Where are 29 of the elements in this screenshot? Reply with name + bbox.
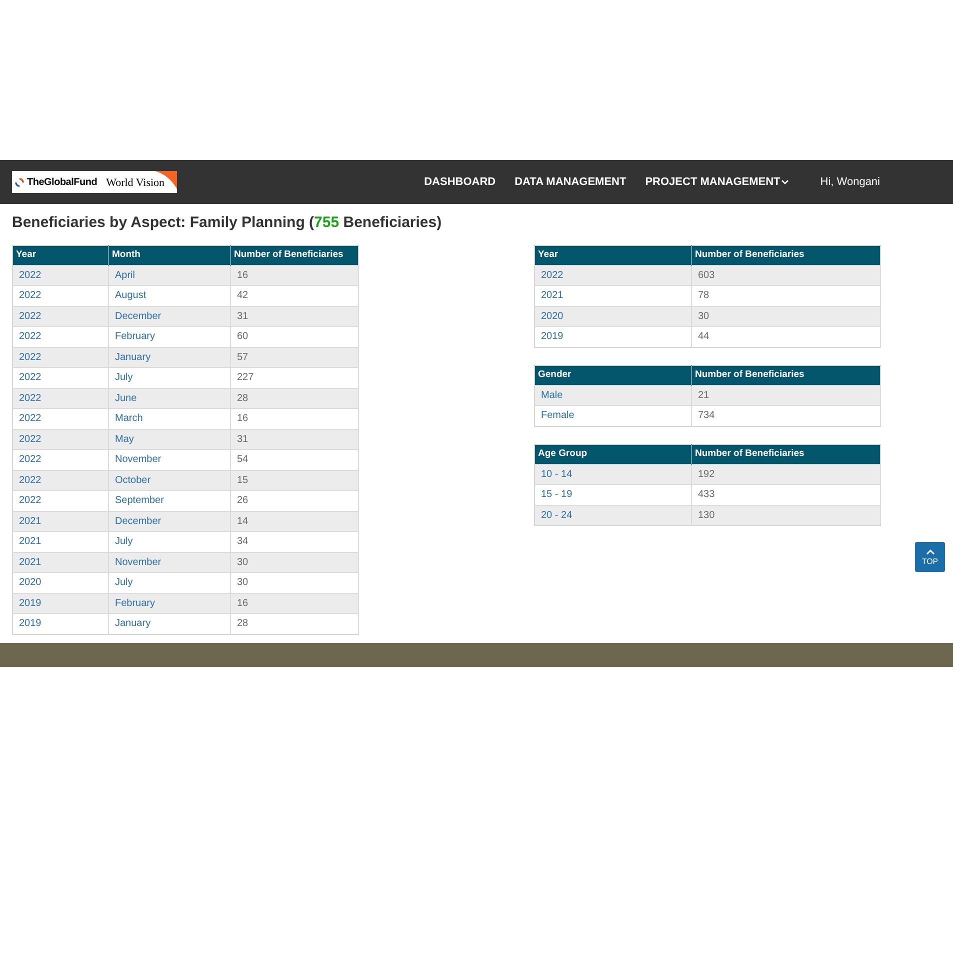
- table-cell: 20 - 24: [534, 505, 692, 526]
- chevron-up-icon: [926, 548, 934, 554]
- table-cell: 44: [692, 326, 880, 347]
- column-header: Number of Beneficiaries: [692, 245, 880, 265]
- table-cell: 2019: [534, 326, 692, 347]
- table-cell: 28: [230, 614, 358, 634]
- nav-link[interactable]: DASHBOARD: [424, 174, 496, 190]
- chevron-down-icon: [781, 178, 790, 186]
- column-header: Age Group: [534, 444, 692, 464]
- table-cell: January: [108, 614, 230, 634]
- table-cell: 130: [692, 505, 880, 526]
- column-header: Year: [12, 245, 108, 265]
- swirl-icon: [15, 178, 24, 186]
- logo-text: World Vision: [106, 176, 165, 192]
- column-header: Number of Beneficiaries: [230, 245, 358, 265]
- column-header: Number of Beneficiaries: [692, 444, 880, 464]
- logo-text: TheGlobalFund: [27, 176, 98, 190]
- nav-link[interactable]: PROJECT MANAGEMENT: [645, 174, 790, 190]
- column-header: Month: [108, 245, 230, 265]
- nav-link[interactable]: DATA MANAGEMENT: [514, 174, 626, 190]
- table-cell: 734: [692, 406, 880, 426]
- column-header: Gender: [534, 365, 692, 385]
- table-cell: Female: [534, 406, 692, 426]
- table-cell: 2019: [12, 614, 108, 634]
- back-to-top-button[interactable]: TOP: [915, 542, 945, 572]
- page-title: Beneficiaries by Aspect: Family Planning (755 Beneficiaries): [12, 213, 443, 233]
- user-greeting[interactable]: Hi, Wongani: [820, 174, 880, 190]
- column-header: Number of Beneficiaries: [692, 365, 880, 385]
- column-header: Year: [534, 245, 692, 265]
